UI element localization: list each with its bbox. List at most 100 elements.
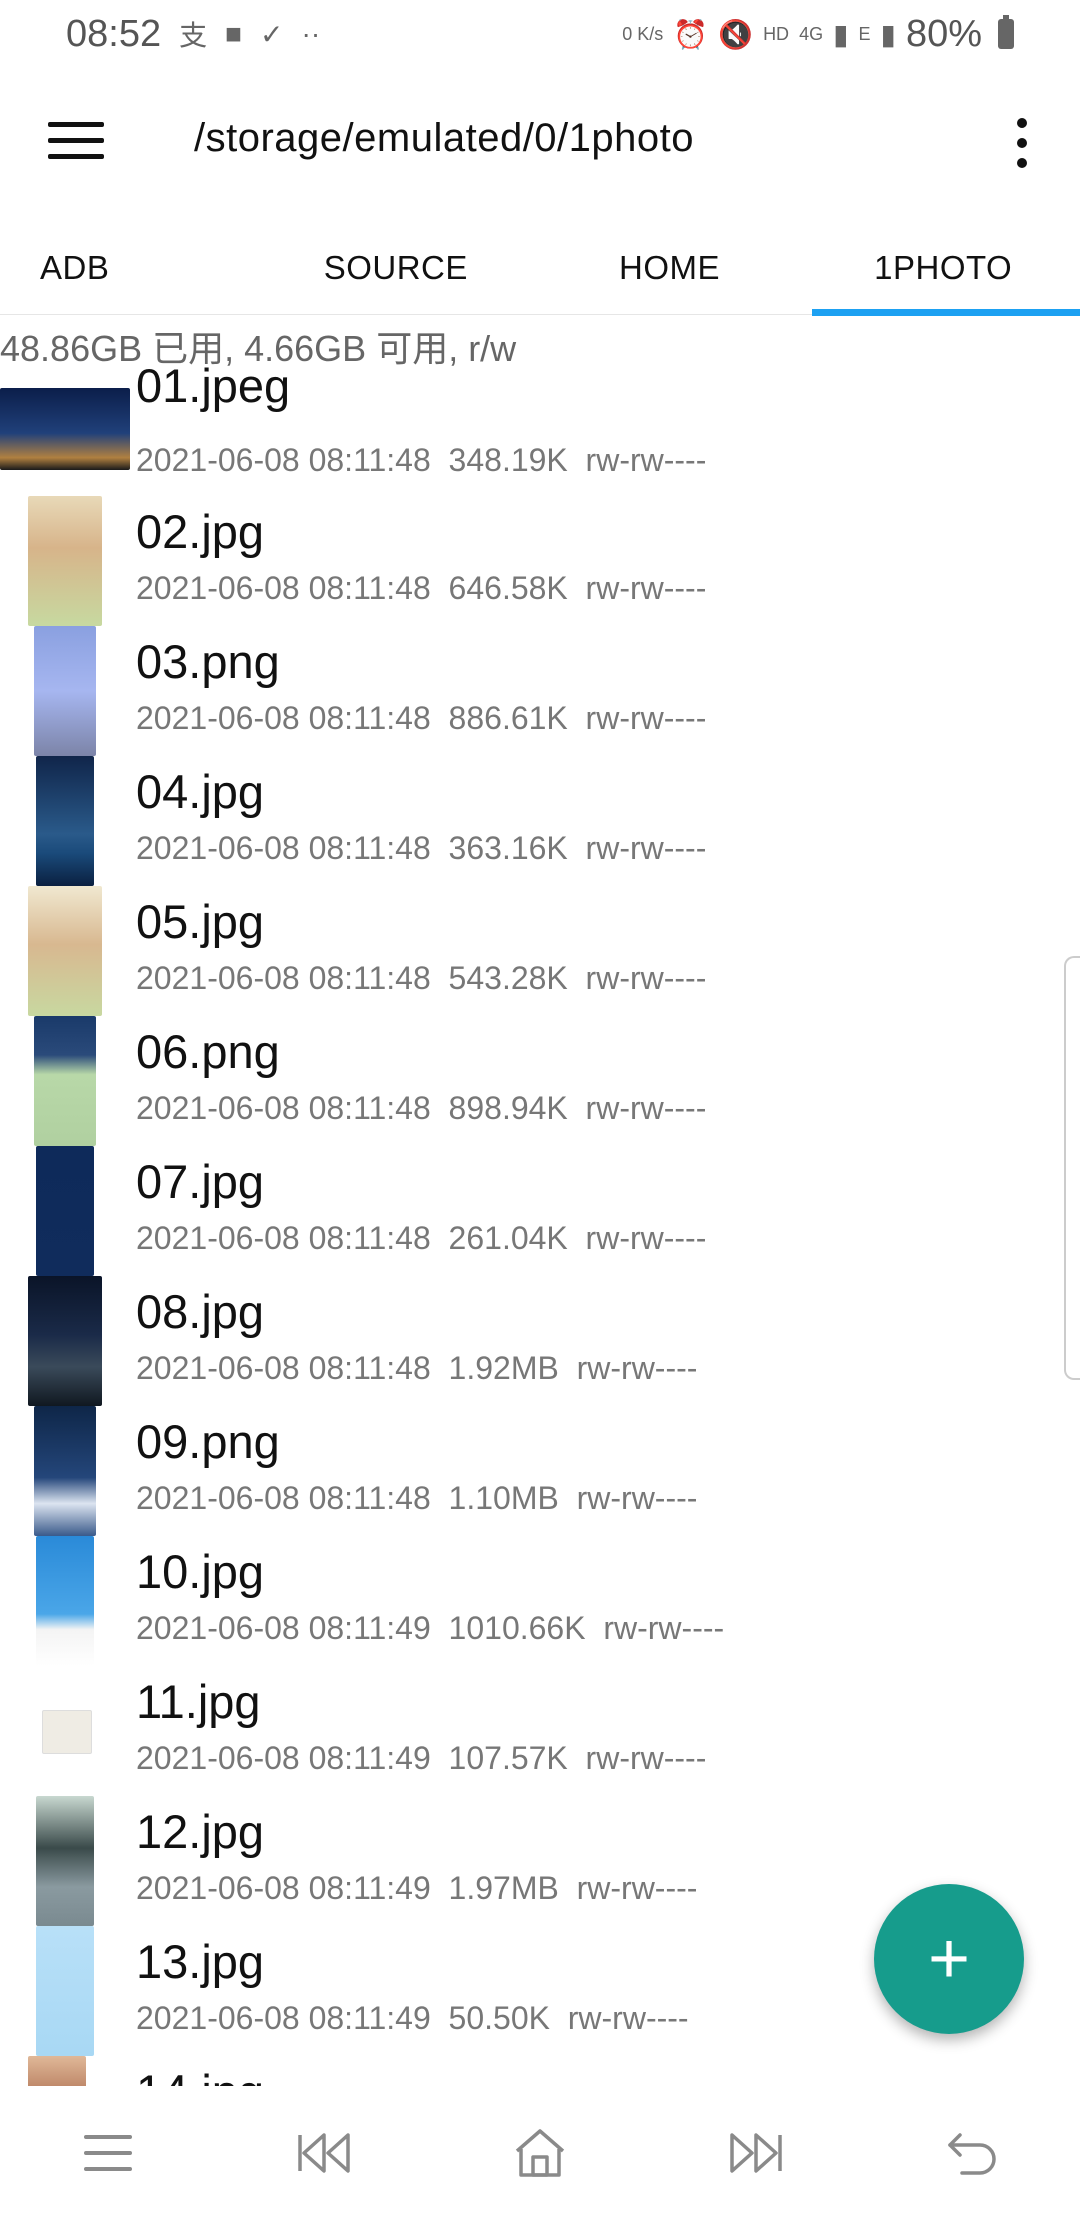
file-meta: 2021-06-08 08:11:49 50.50K rw-rw---- bbox=[136, 2000, 689, 2037]
file-perms: rw-rw---- bbox=[585, 570, 707, 606]
back-icon[interactable] bbox=[927, 2108, 1017, 2198]
file-name: 12.jpg bbox=[136, 1805, 265, 1858]
file-row[interactable]: 13.jpg 2021-06-08 08:11:49 50.50K rw-rw-… bbox=[0, 1926, 1000, 2056]
file-name: 05.jpg bbox=[136, 895, 265, 948]
file-name: 01.jpeg bbox=[136, 366, 291, 412]
file-size: 348.19K bbox=[448, 442, 568, 478]
file-row[interactable]: 09.png 2021-06-08 08:11:48 1.10MB rw-rw-… bbox=[0, 1406, 1000, 1536]
tab-adb[interactable]: ADB bbox=[0, 222, 259, 314]
file-size: 543.28K bbox=[448, 960, 568, 996]
app-bar: /storage/emulated/0/1photo bbox=[0, 92, 1080, 192]
file-date: 2021-06-08 08:11:49 bbox=[136, 2000, 431, 2036]
file-name: 08.jpg bbox=[136, 1285, 265, 1338]
file-meta: 2021-06-08 08:11:48 886.61K rw-rw---- bbox=[136, 700, 706, 737]
file-list: 01.jpeg 2021-06-08 08:11:48 348.19K rw-r… bbox=[0, 366, 1080, 2086]
signal-icon-2: ▮ bbox=[880, 18, 896, 50]
path-title: /storage/emulated/0/1photo bbox=[194, 116, 695, 160]
file-perms: rw-rw---- bbox=[585, 1220, 707, 1256]
file-perms: rw-rw---- bbox=[603, 1610, 725, 1646]
file-name: 04.jpg bbox=[136, 765, 265, 818]
file-name: 07.jpg bbox=[136, 1155, 265, 1208]
file-name: 02.jpg bbox=[136, 505, 265, 558]
file-meta: 2021-06-08 08:11:48 898.94K rw-rw---- bbox=[136, 1090, 706, 1127]
file-perms: rw-rw---- bbox=[585, 1740, 707, 1776]
file-date: 2021-06-08 08:11:48 bbox=[136, 442, 431, 478]
thumbnail-image bbox=[34, 1406, 96, 1536]
thumbnail-image bbox=[28, 1276, 102, 1406]
file-size: 107.57K bbox=[448, 1740, 568, 1776]
home-icon[interactable] bbox=[495, 2108, 585, 2198]
file-size: 50.50K bbox=[448, 2000, 550, 2036]
file-meta: 2021-06-08 08:11:48 1.10MB rw-rw---- bbox=[136, 1480, 697, 1517]
file-row[interactable]: 03.png 2021-06-08 08:11:48 886.61K rw-rw… bbox=[0, 626, 1000, 756]
menu-icon[interactable] bbox=[63, 2108, 153, 2198]
file-row[interactable]: 01.jpeg 2021-06-08 08:11:48 348.19K rw-r… bbox=[0, 366, 1000, 496]
thumbnail-image bbox=[36, 756, 94, 886]
tab-bar: ADB SOURCE HOME 1PHOTO bbox=[0, 222, 1080, 316]
file-row[interactable]: 07.jpg 2021-06-08 08:11:48 261.04K rw-rw… bbox=[0, 1146, 1000, 1276]
file-row[interactable]: 10.jpg 2021-06-08 08:11:49 1010.66K rw-r… bbox=[0, 1536, 1000, 1666]
file-row[interactable]: 02.jpg 2021-06-08 08:11:48 646.58K rw-rw… bbox=[0, 496, 1000, 626]
file-row[interactable]: 06.png 2021-06-08 08:11:48 898.94K rw-rw… bbox=[0, 1016, 1000, 1146]
net-speed: 0 K/s bbox=[622, 24, 664, 44]
skip-forward-icon[interactable] bbox=[711, 2108, 801, 2198]
file-date: 2021-06-08 08:11:48 bbox=[136, 700, 431, 736]
add-fab-button[interactable]: + bbox=[874, 1884, 1024, 2034]
file-row[interactable]: 12.jpg 2021-06-08 08:11:49 1.97MB rw-rw-… bbox=[0, 1796, 1000, 1926]
thumbnail-image bbox=[36, 1146, 94, 1276]
status-right: 0 K/s ⏰ 🔇 HD 4G ▮ E ▮ 80% bbox=[622, 13, 1080, 56]
file-meta: 2021-06-08 08:11:48 646.58K rw-rw---- bbox=[136, 570, 706, 607]
file-perms: rw-rw---- bbox=[585, 960, 707, 996]
check-icon: ✓ bbox=[260, 18, 284, 50]
tab-home[interactable]: HOME bbox=[533, 222, 807, 314]
file-date: 2021-06-08 08:11:48 bbox=[136, 1090, 431, 1126]
file-date: 2021-06-08 08:11:48 bbox=[136, 570, 431, 606]
file-row[interactable]: 05.jpg 2021-06-08 08:11:48 543.28K rw-rw… bbox=[0, 886, 1000, 1016]
file-date: 2021-06-08 08:11:48 bbox=[136, 960, 431, 996]
thumbnail-image bbox=[34, 626, 96, 756]
file-name: 03.png bbox=[136, 635, 280, 688]
thumbnail-image bbox=[36, 1926, 94, 2056]
file-row[interactable]: 11.jpg 2021-06-08 08:11:49 107.57K rw-rw… bbox=[0, 1666, 1000, 1796]
file-size: 1.97MB bbox=[448, 1870, 559, 1906]
file-meta: 2021-06-08 08:11:49 1010.66K rw-rw---- bbox=[136, 1610, 724, 1647]
file-size: 1010.66K bbox=[448, 1610, 586, 1646]
file-perms: rw-rw---- bbox=[585, 700, 707, 736]
tab-source[interactable]: SOURCE bbox=[259, 222, 533, 314]
file-perms: rw-rw---- bbox=[576, 1350, 698, 1386]
file-size: 898.94K bbox=[448, 1090, 568, 1126]
overflow-menu-icon[interactable] bbox=[1012, 118, 1032, 168]
bottom-toolbar bbox=[0, 2086, 1080, 2220]
tab-1photo[interactable]: 1PHOTO bbox=[806, 222, 1080, 316]
file-perms: rw-rw---- bbox=[576, 1480, 698, 1516]
file-row[interactable]: 04.jpg 2021-06-08 08:11:48 363.16K rw-rw… bbox=[0, 756, 1000, 886]
file-meta: 2021-06-08 08:11:49 1.97MB rw-rw---- bbox=[136, 1870, 697, 1907]
file-row[interactable]: 14.jpg bbox=[0, 2056, 1000, 2086]
hd-label: HD bbox=[763, 23, 790, 44]
file-size: 1.10MB bbox=[448, 1480, 559, 1516]
fast-scroll-handle[interactable] bbox=[1064, 956, 1080, 1380]
file-date: 2021-06-08 08:11:49 bbox=[136, 1870, 431, 1906]
file-perms: rw-rw---- bbox=[585, 830, 707, 866]
skip-back-icon[interactable] bbox=[279, 2108, 369, 2198]
file-meta: 2021-06-08 08:11:48 1.92MB rw-rw---- bbox=[136, 1350, 697, 1387]
file-date: 2021-06-08 08:11:49 bbox=[136, 1740, 431, 1776]
thumbnail-image bbox=[28, 496, 102, 626]
battery-icon bbox=[998, 15, 1014, 49]
thumbnail-image bbox=[28, 886, 102, 1016]
file-perms: rw-rw---- bbox=[585, 1090, 707, 1126]
file-name: 09.png bbox=[136, 1415, 280, 1468]
menu-icon[interactable] bbox=[48, 122, 104, 162]
plus-icon: + bbox=[927, 1919, 971, 1999]
file-row[interactable]: 08.jpg 2021-06-08 08:11:48 1.92MB rw-rw-… bbox=[0, 1276, 1000, 1406]
file-date: 2021-06-08 08:11:48 bbox=[136, 1220, 431, 1256]
thumbnail-image bbox=[36, 1796, 94, 1926]
file-meta: 2021-06-08 08:11:48 348.19K rw-rw---- bbox=[136, 442, 706, 479]
file-date: 2021-06-08 08:11:48 bbox=[136, 1480, 431, 1516]
file-size: 886.61K bbox=[448, 700, 568, 736]
file-size: 646.58K bbox=[448, 570, 568, 606]
file-name: 10.jpg bbox=[136, 1545, 265, 1598]
file-name: 11.jpg bbox=[136, 1675, 261, 1728]
file-perms: rw-rw---- bbox=[576, 1870, 698, 1906]
network-e-label: E bbox=[858, 23, 871, 44]
